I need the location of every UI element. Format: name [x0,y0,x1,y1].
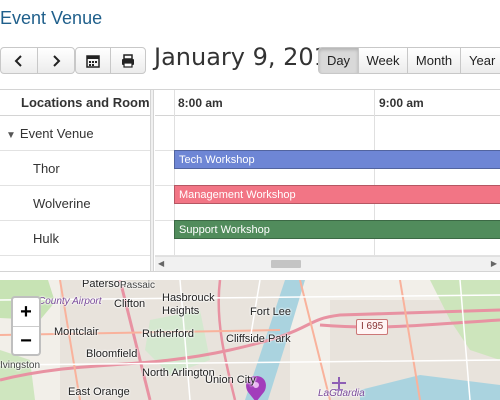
resource-label: Event Venue [19,126,94,141]
scheduler: Locations and Rooms ▼ Event Venue Thor Wo… [0,89,500,272]
map-label: Fort Lee [250,306,291,318]
chevron-left-icon [14,54,22,67]
scroll-left-icon[interactable]: ◀ [158,259,164,268]
map-label: LaGuardia [318,388,365,399]
zoom-out-button[interactable]: − [13,327,39,355]
resource-column: Locations and Rooms ▼ Event Venue Thor Wo… [0,90,151,271]
map-label: Montclair [54,326,99,338]
resource-label: Thor [33,161,60,176]
time-label-9am: 9:00 am [379,96,424,110]
page-title: Event Venue [0,8,103,28]
scrollbar-thumb[interactable] [271,260,301,268]
zoom-control: + − [11,296,41,356]
map-label: Cliffside Park [226,333,291,345]
column-splitter[interactable] [151,90,154,271]
map-label: Clifton [114,298,146,310]
current-date-title: January 9, 2019 [154,43,345,71]
view-week-button[interactable]: Week [358,47,408,74]
resource-row-wolverine[interactable]: Wolverine [0,186,150,221]
zoom-in-button[interactable]: + [13,298,39,327]
timeline: 8:00 am 9:00 am Tech Workshop Management… [155,90,500,271]
route-shield: I 695 [356,319,389,335]
horizontal-scrollbar[interactable]: ◀ ▶ [155,256,500,271]
scroll-right-icon[interactable]: ▶ [491,259,497,268]
map-label: County Airport [38,296,102,307]
time-label-8am: 8:00 am [178,96,223,110]
calendar-icon [86,54,100,68]
map-label: East Orange [68,386,130,398]
resource-header: Locations and Rooms [0,90,150,116]
map-label: Bloomfield [86,348,138,360]
map[interactable]: Paterson County Airport Clifton Hasbrouc… [0,280,500,400]
calendar-button[interactable] [75,47,111,74]
print-button[interactable] [110,47,146,74]
map-label: North Arlington [142,367,215,379]
print-icon [122,53,134,68]
timeline-row-event-venue[interactable] [155,116,500,151]
map-label: Ivingston [0,360,41,371]
resource-row-event-venue[interactable]: ▼ Event Venue [0,116,150,151]
toolbar: January 9, 2019 Day Week Month Year [0,43,500,75]
collapse-triangle-icon[interactable]: ▼ [6,118,16,153]
time-header: 8:00 am 9:00 am [155,90,500,116]
resource-row-thor[interactable]: Thor [0,151,150,186]
resource-row-hulk[interactable]: Hulk [0,221,150,256]
map-label: Hasbrouck Heights [162,292,215,317]
event-tech-workshop[interactable]: Tech Workshop [174,150,500,169]
view-year-button[interactable]: Year [460,47,500,74]
view-day-button[interactable]: Day [318,47,359,74]
map-label: Union City [205,374,256,386]
prev-button[interactable] [0,47,38,74]
event-support-workshop[interactable]: Support Workshop [174,220,500,239]
chevron-right-icon [53,54,61,67]
event-management-workshop[interactable]: Management Workshop [174,185,500,204]
resource-label: Hulk [33,231,60,246]
map-label: Rutherford [142,328,194,340]
next-button[interactable] [37,47,75,74]
resource-label: Wolverine [33,196,91,211]
map-label: Passaic [120,280,156,291]
view-month-button[interactable]: Month [407,47,461,74]
